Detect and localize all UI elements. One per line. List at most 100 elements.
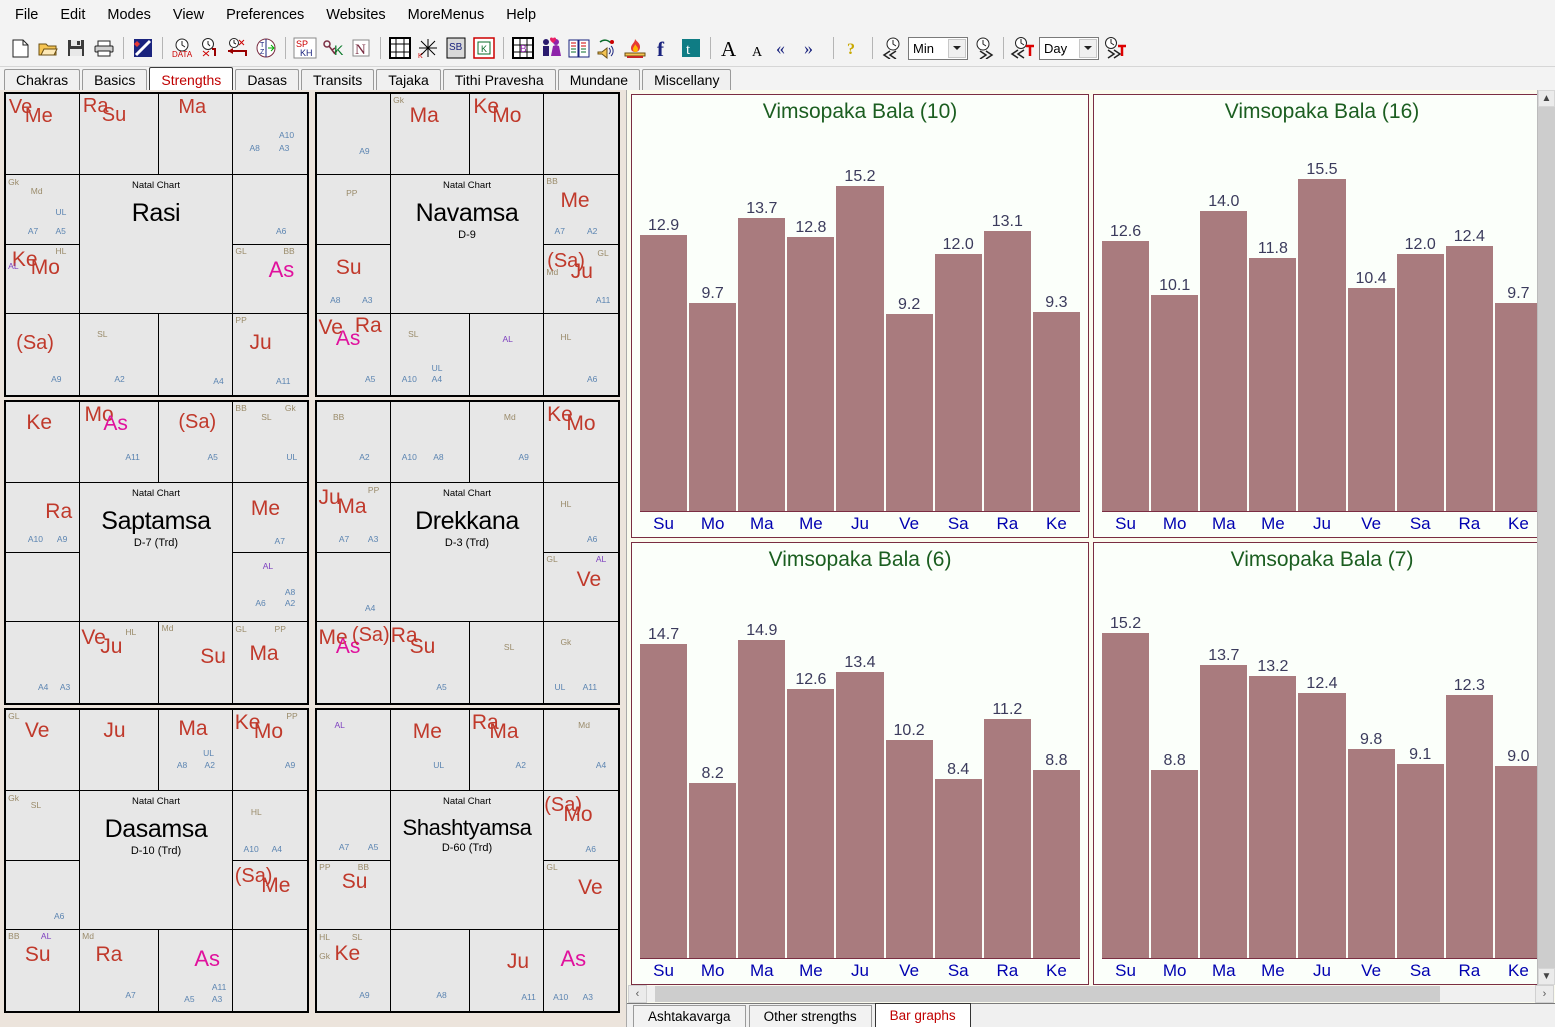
varga-house-cell[interactable]: Ke HL SL Gk A9 <box>317 929 391 1011</box>
date-unit-select[interactable]: Day <box>1039 36 1099 60</box>
scroll-track-vertical[interactable] <box>1538 107 1555 968</box>
varga-house-cell[interactable]: Me As (Sa) <box>317 621 391 703</box>
menu-item-help[interactable]: Help <box>495 3 547 27</box>
bar-chart-2[interactable]: Vimsopaka Bala (16) 12.6 10.1 14.0 11.8 15.5 1… <box>1093 94 1551 538</box>
couple-icon[interactable] <box>537 34 565 62</box>
varga-house-cell[interactable]: Su PP BB <box>317 860 391 930</box>
varga-house-cell[interactable]: HL A6 <box>544 483 618 553</box>
tab-tithi-pravesha[interactable]: Tithi Pravesha <box>442 69 556 91</box>
varga-house-cell[interactable]: A6 <box>6 860 80 930</box>
varga-house-cell[interactable] <box>544 94 618 176</box>
varga-house-cell[interactable]: Ra Su <box>79 94 160 176</box>
b-grid-icon[interactable]: B <box>509 34 537 62</box>
varga-house-cell[interactable]: A4 A3 <box>6 621 80 703</box>
varga-house-cell[interactable]: A10 A8 <box>390 402 471 484</box>
varga-house-cell[interactable]: Me A7 <box>233 483 307 553</box>
varga-house-cell[interactable]: Ju <box>79 710 160 792</box>
help-question-icon[interactable]: ? <box>839 34 867 62</box>
varga-house-cell[interactable]: Md A4 <box>544 710 618 792</box>
n-letter-icon[interactable]: N <box>347 34 375 62</box>
tab-dasas[interactable]: Dasas <box>235 69 299 91</box>
clock-rewind-icon[interactable] <box>878 34 906 62</box>
menu-item-websites[interactable]: Websites <box>315 3 396 27</box>
varga-house-cell[interactable]: Ve As Ra A5 <box>317 313 391 395</box>
varga-house-cell[interactable]: Md A9 <box>470 402 545 484</box>
time-unit-select[interactable]: Min <box>908 36 968 60</box>
varga-house-cell[interactable]: Ra Su A5 <box>391 621 471 703</box>
menu-item-view[interactable]: View <box>162 3 215 27</box>
scroll-up-icon[interactable]: ▲ <box>1538 90 1555 107</box>
varga-house-cell[interactable]: Ju PP A11 <box>233 314 307 395</box>
varga-house-cell[interactable]: Ve GL AL <box>544 553 618 622</box>
varga-house-cell[interactable]: Su A8 A3 <box>317 244 391 314</box>
varga-house-cell[interactable]: (Sa) Mo A6 <box>544 791 618 861</box>
varga-house-cell[interactable]: AL A8 A6 A2 <box>233 553 307 622</box>
data-clock-icon[interactable]: DATA <box>168 34 196 62</box>
varga-house-cell[interactable]: (Sa) Me <box>233 861 307 930</box>
tab-chakras[interactable]: Chakras <box>4 69 81 91</box>
clock-day-rewind-icon[interactable] <box>1009 34 1037 62</box>
varga-house-cell[interactable]: SL <box>470 621 545 703</box>
varga-house-cell[interactable]: As GL BB <box>233 245 307 314</box>
menu-item-moremenus[interactable]: MoreMenus <box>397 3 496 27</box>
varga-chart-shashtyamsa[interactable]: AL Me UL Ra Ma A2 Md A4 (Sa) Mo A6 Ve GL As A10 A3 Ju A11… <box>315 708 620 1013</box>
bar-chart-4[interactable]: Vimsopaka Bala (7) 15.2 8.8 13.7 13.2 12.4 9.8… <box>1093 541 1551 985</box>
scroll-down-icon[interactable]: ▼ <box>1538 968 1555 985</box>
varga-house-cell[interactable]: Ma Gk <box>390 94 471 176</box>
varga-house-cell[interactable]: Ke Mo PP A9 <box>233 710 307 792</box>
menu-item-edit[interactable]: Edit <box>49 3 96 27</box>
prev-double-icon[interactable]: « <box>772 34 800 62</box>
tab-miscellany[interactable]: Miscellany <box>642 69 732 91</box>
varga-house-cell[interactable]: Ma UL A8 A2 <box>159 710 234 792</box>
tab-tajaka[interactable]: Tajaka <box>376 69 441 91</box>
scroll-left-icon[interactable]: ‹ <box>628 985 647 1003</box>
menu-item-file[interactable]: File <box>4 3 49 27</box>
varga-house-cell[interactable]: (Sa) Ju GL Md A11 <box>544 245 618 314</box>
sp-kh-icon[interactable]: SP KH <box>291 34 319 62</box>
varga-house-cell[interactable]: A4 <box>159 313 234 395</box>
varga-house-cell[interactable]: HL A10 A4 <box>233 791 307 861</box>
varga-chart-navamsa[interactable]: A9 Ma Gk Ke Mo Me BB A7 A2 (Sa) Ju GL Md A11 HL A6 AL SL U… <box>315 92 620 397</box>
bottom-tab-bar-graphs[interactable]: Bar graphs <box>874 1003 971 1027</box>
varga-house-cell[interactable]: SL UL A10 A4 <box>391 313 471 395</box>
varga-house-cell[interactable]: As A10 A3 <box>544 930 618 1011</box>
chevron-down-icon[interactable] <box>948 38 966 58</box>
varga-house-cell[interactable]: BB Gk SL UL <box>233 402 307 484</box>
varga-house-cell[interactable]: Ve Ju HL <box>80 621 160 703</box>
varga-house-cell[interactable]: Ke <box>6 402 80 484</box>
varga-house-cell[interactable]: A6 <box>233 175 307 245</box>
bottom-tab-ashtakavarga[interactable]: Ashtakavarga <box>633 1005 746 1027</box>
varga-house-cell[interactable]: Mo As A11 <box>79 402 160 484</box>
tab-strengths[interactable]: Strengths <box>149 67 234 92</box>
varga-chart-saptamsa[interactable]: Ke Mo As A11 (Sa) A5 BB Gk SL UL Me A7 AL A8 A6 A2 Ma GL P… <box>4 400 309 705</box>
key-k-icon[interactable]: K <box>319 34 347 62</box>
timezone-icon[interactable]: TZ <box>252 34 280 62</box>
scroll-thumb[interactable] <box>655 986 1440 1002</box>
varga-chart-rasi[interactable]: Ve Me Ra Su Ma A10 A8 A3 A6 As GL BB Ju PP A11 A4 SL A2 (S… <box>4 92 309 397</box>
varga-house-cell[interactable]: Gk Md UL A7 A5 <box>6 175 80 245</box>
scroll-right-icon[interactable]: › <box>1535 985 1554 1003</box>
varga-house-cell[interactable]: As A11 A5 A3 <box>159 929 234 1011</box>
tab-transits[interactable]: Transits <box>301 69 375 91</box>
save-disk-icon[interactable] <box>62 34 90 62</box>
twitter-icon[interactable]: t <box>677 34 705 62</box>
varga-house-cell[interactable]: Ke Mo HL AL <box>6 244 80 314</box>
varga-house-cell[interactable]: Gk SL <box>6 791 80 861</box>
varga-house-cell[interactable]: Ju A11 <box>470 929 545 1011</box>
next-double-icon[interactable]: » <box>800 34 828 62</box>
varga-house-cell[interactable]: Ra Ma A2 <box>470 710 545 792</box>
new-document-icon[interactable] <box>6 34 34 62</box>
varga-house-cell[interactable]: Su Md <box>159 621 234 703</box>
font-small-icon[interactable]: A <box>744 34 772 62</box>
scroll-track[interactable] <box>647 986 1535 1002</box>
tab-mundane[interactable]: Mundane <box>557 69 641 91</box>
varga-house-cell[interactable] <box>6 552 80 622</box>
print-icon[interactable] <box>90 34 118 62</box>
varga-house-cell[interactable]: AL <box>470 313 545 395</box>
varga-house-cell[interactable]: (Sa) A5 <box>159 402 234 484</box>
varga-house-cell[interactable] <box>233 930 307 1011</box>
varga-house-cell[interactable]: SL A2 <box>80 313 160 395</box>
varga-house-cell[interactable]: HL A6 <box>544 314 618 395</box>
ashtakavarga-star-icon[interactable]: K <box>414 34 442 62</box>
varga-house-cell[interactable]: A4 <box>317 552 391 622</box>
